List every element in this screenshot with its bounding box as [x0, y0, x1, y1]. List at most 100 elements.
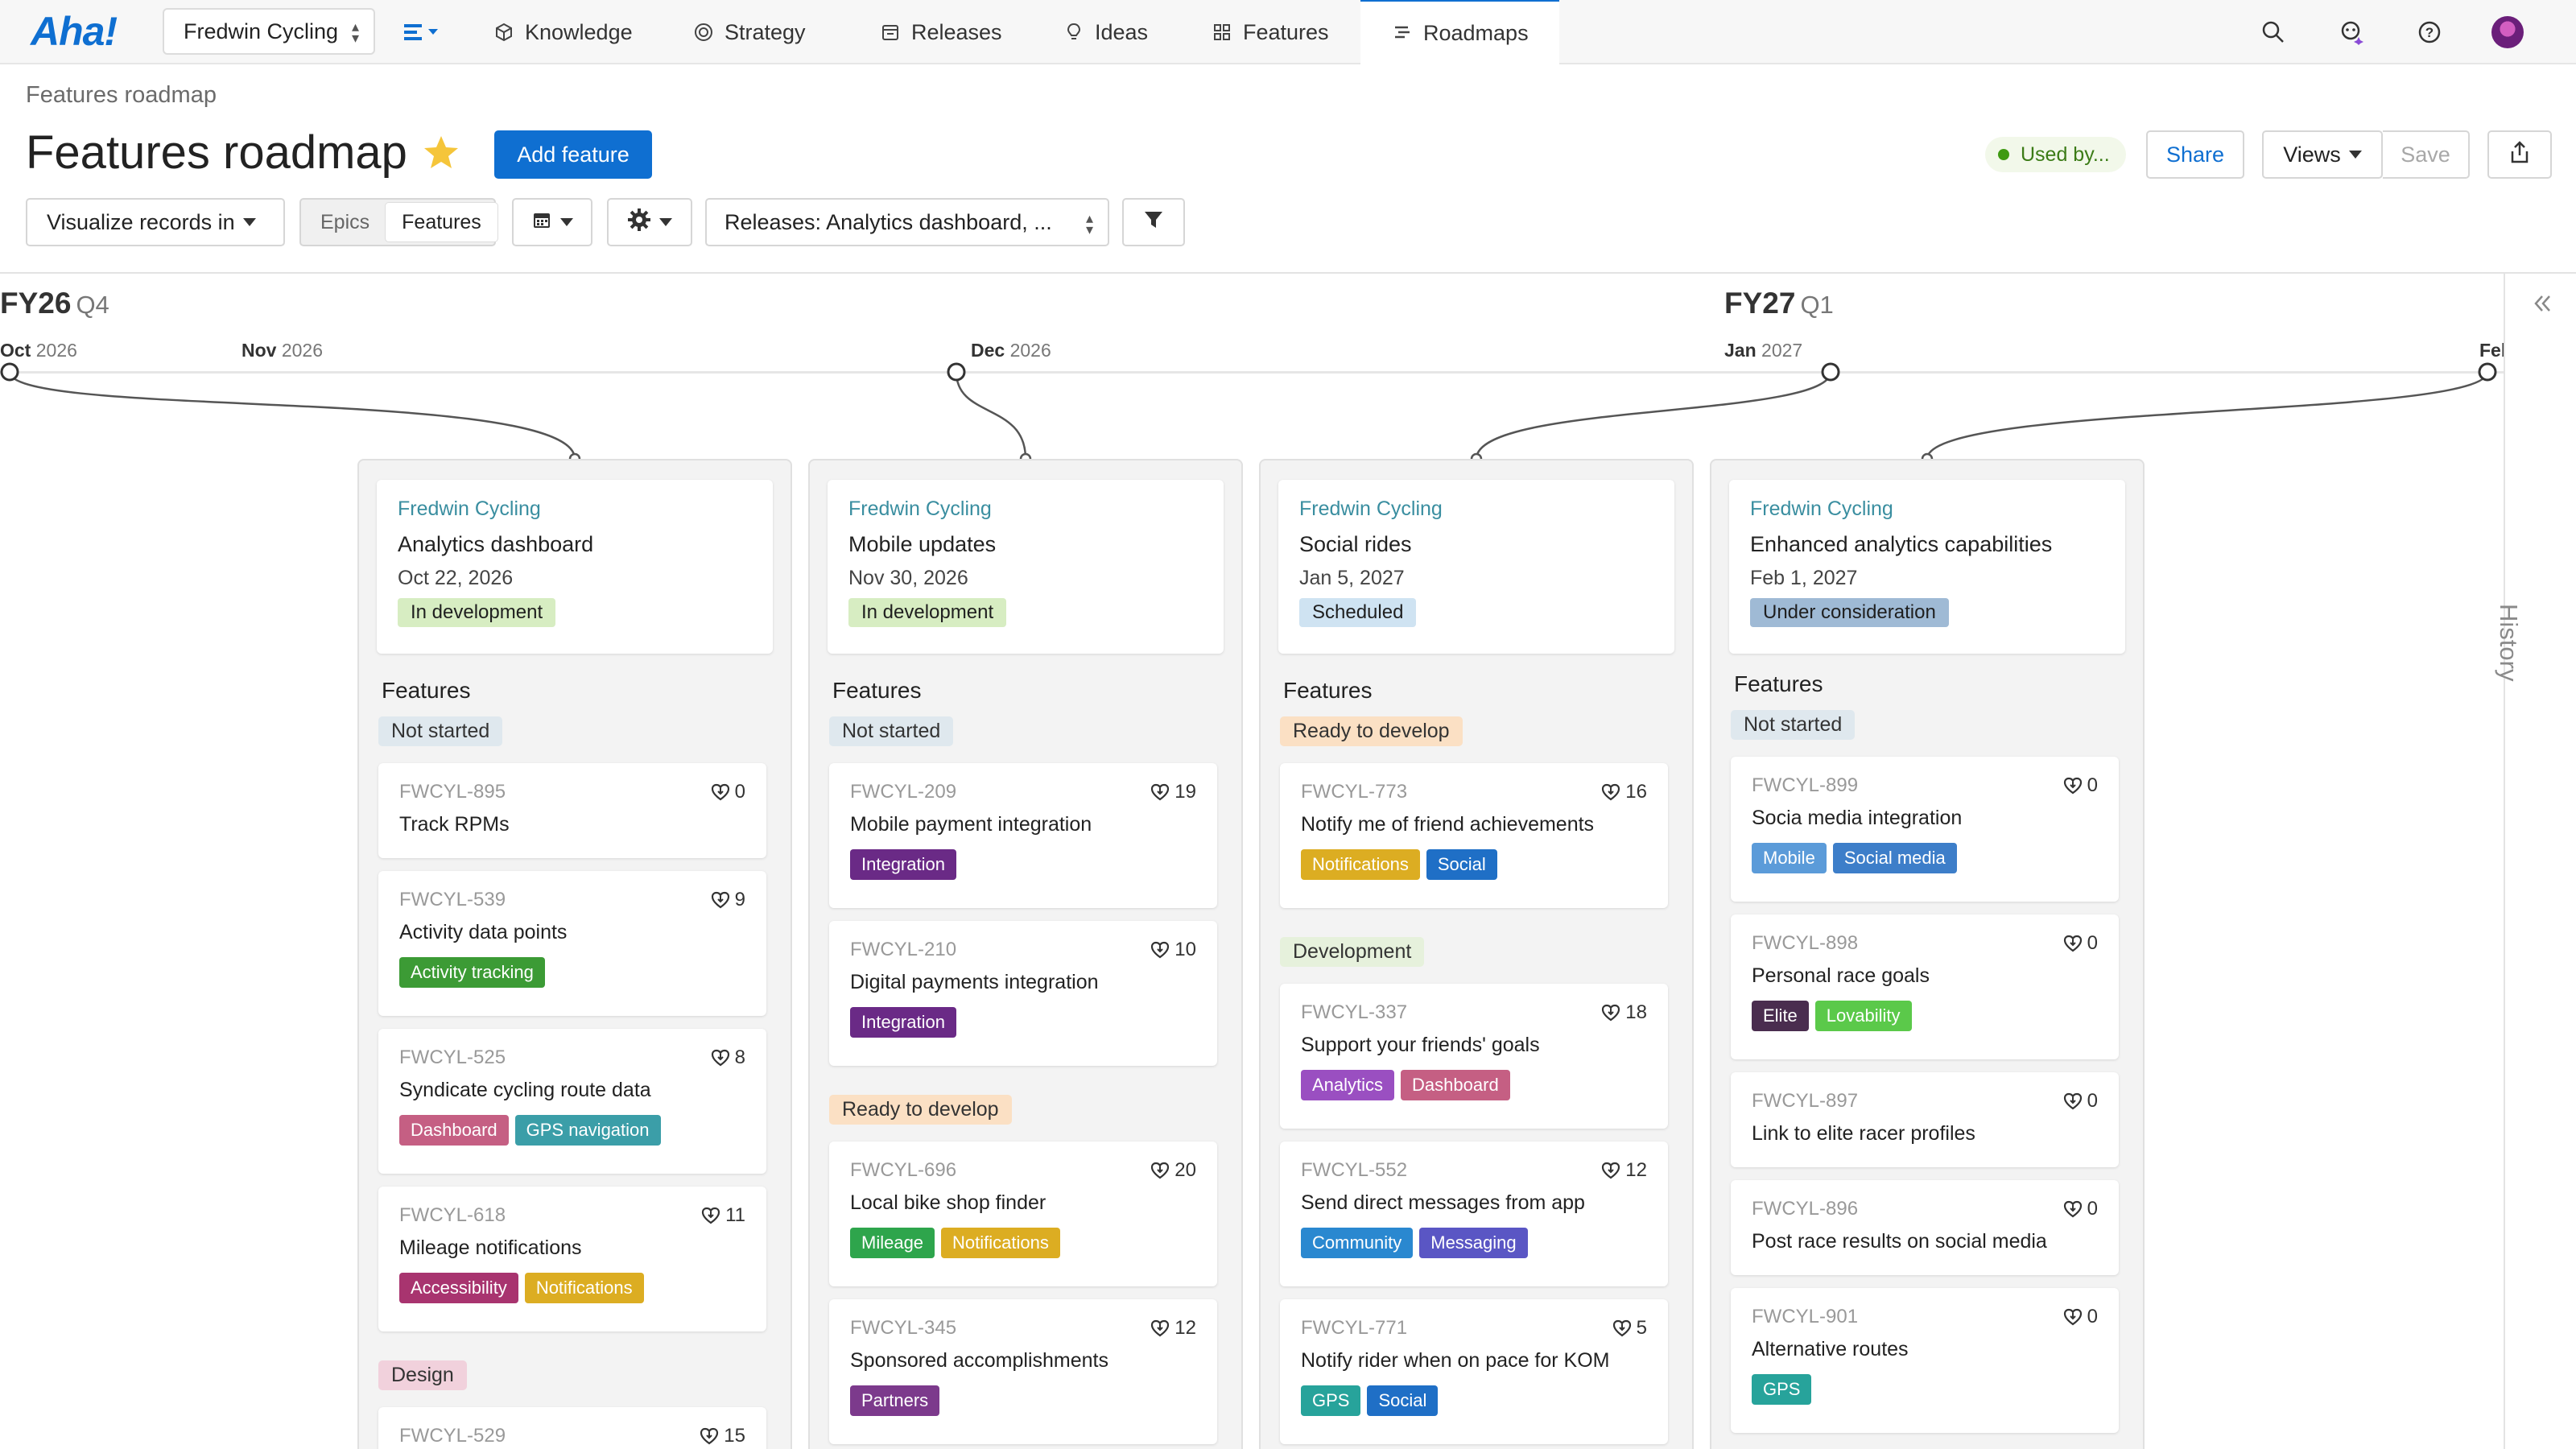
feature-card[interactable]: FWCYL-895 0 Track RPMs [378, 763, 766, 858]
views-button[interactable]: Views [2262, 130, 2383, 179]
feature-card[interactable]: FWCYL-901 0 Alternative routes GPS [1731, 1288, 2119, 1433]
tag[interactable]: Partners [850, 1385, 940, 1416]
search-icon[interactable] [2257, 16, 2289, 48]
toggle-epics[interactable]: Epics [304, 203, 386, 242]
feature-card[interactable]: FWCYL-539 9 Activity data points Activity t… [378, 871, 766, 1016]
star-icon[interactable] [422, 134, 460, 172]
tag[interactable]: GPS [1301, 1385, 1361, 1416]
ai-assistant-icon[interactable] [2336, 16, 2368, 48]
add-feature-button[interactable]: Add feature [494, 130, 652, 179]
feature-card[interactable]: FWCYL-345 12 Sponsored accomplishments Part… [829, 1299, 1217, 1444]
nav-releases[interactable]: Releases [879, 0, 1002, 64]
feature-card[interactable]: FWCYL-771 5 Notify rider when on pace for … [1280, 1299, 1668, 1444]
used-by-badge[interactable]: Used by... [1985, 137, 2126, 172]
tag[interactable]: GPS navigation [514, 1115, 661, 1146]
aha-logo[interactable]: Aha! [31, 8, 118, 55]
feature-card[interactable]: FWCYL-209 19 Mobile payment integration Int… [829, 763, 1217, 908]
feature-name: Local bike shop finder [850, 1191, 1046, 1214]
nav-roadmaps[interactable]: Roadmaps [1360, 0, 1559, 64]
toggle-features[interactable]: Features [386, 203, 497, 242]
breadcrumb[interactable]: Features roadmap [26, 82, 217, 109]
feature-card[interactable]: FWCYL-898 0 Personal race goals Elite Lovabi… [1731, 914, 2119, 1059]
double-chevron-left-icon[interactable] [2529, 291, 2553, 320]
vote-count[interactable]: 0 [2063, 774, 2098, 797]
vote-count[interactable]: 11 [701, 1204, 745, 1227]
feature-name: Send direct messages from app [1301, 1191, 1585, 1214]
tag[interactable]: Activity tracking [399, 957, 545, 988]
tag[interactable]: Social [1367, 1385, 1439, 1416]
tag[interactable]: Accessibility [399, 1273, 518, 1303]
tag[interactable]: Notifications [524, 1273, 644, 1303]
save-button[interactable]: Save [2383, 130, 2470, 179]
vote-count[interactable]: 10 [1150, 939, 1196, 961]
feature-card[interactable]: FWCYL-899 0 Socia media integration Mobile S… [1731, 757, 2119, 902]
tag[interactable]: Notifications [941, 1228, 1060, 1258]
tag[interactable]: Mobile [1752, 843, 1827, 873]
vote-count[interactable]: 20 [1150, 1159, 1196, 1182]
feature-card[interactable]: FWCYL-897 0 Link to elite racer profiles [1731, 1072, 2119, 1167]
tag[interactable]: Analytics [1301, 1070, 1395, 1100]
vote-count[interactable]: 0 [2063, 1306, 2098, 1328]
release-card[interactable]: Fredwin Cycling Social rides Jan 5, 2027 Sc… [1278, 480, 1674, 654]
feature-card[interactable]: FWCYL-337 18 Support your friends' goals An… [1280, 984, 1668, 1129]
feature-card[interactable]: FWCYL-618 11 Mileage notifications Accessib… [378, 1187, 766, 1331]
nav-features[interactable]: Features [1211, 0, 1329, 64]
tag[interactable]: Dashboard [1401, 1070, 1510, 1100]
nav-knowledge[interactable]: Knowledge [493, 0, 633, 64]
tag[interactable]: Mileage [850, 1228, 935, 1258]
tag[interactable]: Integration [850, 849, 956, 880]
vote-heart-icon [2063, 1092, 2082, 1110]
tag[interactable]: Elite [1752, 1001, 1809, 1031]
vote-count[interactable]: 0 [2063, 932, 2098, 955]
menu-dropdown-icon[interactable] [402, 18, 443, 47]
filter-button[interactable] [1122, 198, 1185, 246]
release-card[interactable]: Fredwin Cycling Analytics dashboard Oct 22… [377, 480, 773, 654]
nav-strategy[interactable]: Strategy [692, 0, 806, 64]
caret-down-icon [560, 218, 573, 226]
grid-icon [1211, 21, 1233, 43]
release-card[interactable]: Fredwin Cycling Mobile updates Nov 30, 202… [828, 480, 1224, 654]
tag[interactable]: Lovability [1814, 1001, 1912, 1031]
workspace-selector[interactable]: Fredwin Cycling ▴ ▾ [163, 8, 375, 55]
tag[interactable]: Dashboard [399, 1115, 509, 1146]
feature-id: FWCYL-337 [1301, 1001, 1408, 1023]
vote-count[interactable]: 0 [2063, 1090, 2098, 1113]
vote-count[interactable]: 15 [700, 1425, 745, 1447]
user-avatar[interactable] [2491, 16, 2524, 48]
tag[interactable]: Social media [1832, 843, 1957, 873]
tag[interactable]: GPS [1752, 1374, 1812, 1405]
feature-card[interactable]: FWCYL-210 10 Digital payments integration I… [829, 921, 1217, 1066]
settings-dropdown[interactable] [607, 198, 692, 246]
feature-card[interactable]: FWCYL-552 12 Send direct messages from app… [1280, 1141, 1668, 1286]
feature-card[interactable]: FWCYL-529 15 [378, 1407, 766, 1449]
vote-count[interactable]: 19 [1150, 781, 1196, 803]
feature-name: Link to elite racer profiles [1752, 1122, 1975, 1145]
help-icon[interactable]: ? [2413, 16, 2446, 48]
tag[interactable]: Integration [850, 1007, 956, 1038]
visualize-records-dropdown[interactable]: Visualize records in [26, 198, 285, 246]
vote-count[interactable]: 0 [2063, 1198, 2098, 1220]
share-button[interactable]: Share [2146, 130, 2244, 179]
vote-count[interactable]: 8 [711, 1046, 745, 1069]
tag[interactable]: Messaging [1419, 1228, 1528, 1258]
feature-card[interactable]: FWCYL-773 16 Notify me of friend achieveme… [1280, 763, 1668, 908]
feature-card[interactable]: FWCYL-525 8 Syndicate cycling route data Da… [378, 1029, 766, 1174]
release-card[interactable]: Fredwin Cycling Enhanced analytics capabi… [1729, 480, 2125, 654]
vote-count[interactable]: 12 [1150, 1317, 1196, 1340]
date-range-dropdown[interactable] [512, 198, 592, 246]
feature-card[interactable]: FWCYL-896 0 Post race results on social me… [1731, 1180, 2119, 1275]
vote-count[interactable]: 0 [711, 781, 745, 803]
tag[interactable]: Social [1426, 849, 1497, 880]
export-button[interactable] [2487, 130, 2552, 179]
vote-count[interactable]: 9 [711, 889, 745, 911]
vote-count[interactable]: 5 [1612, 1317, 1647, 1340]
history-panel[interactable]: History [2495, 274, 2576, 1449]
nav-ideas[interactable]: Ideas [1063, 0, 1148, 64]
vote-count[interactable]: 18 [1601, 1001, 1647, 1024]
vote-count[interactable]: 12 [1601, 1159, 1647, 1182]
tag[interactable]: Notifications [1301, 849, 1420, 880]
tag[interactable]: Community [1301, 1228, 1414, 1258]
feature-card[interactable]: FWCYL-696 20 Local bike shop finder Mileage… [829, 1141, 1217, 1286]
vote-count[interactable]: 16 [1601, 781, 1647, 803]
releases-filter-select[interactable]: Releases: Analytics dashboard, ... ▴ ▾ [705, 198, 1109, 246]
